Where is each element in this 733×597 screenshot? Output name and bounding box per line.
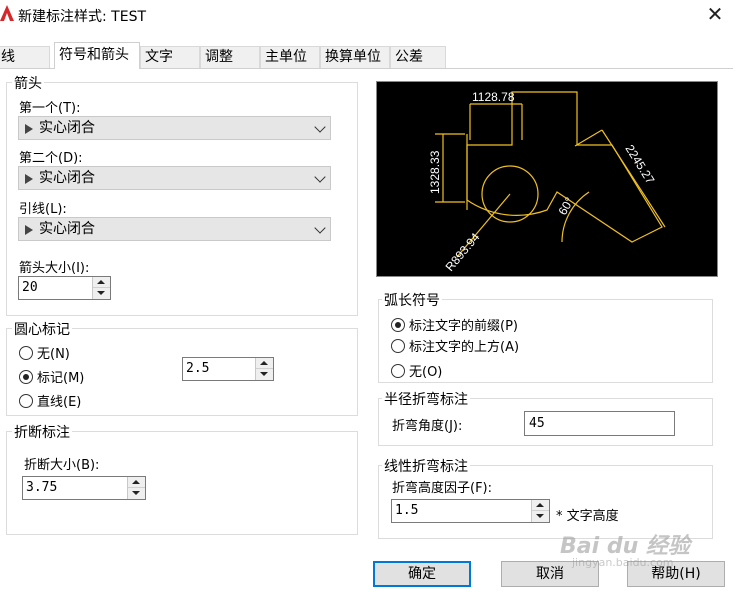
- spin-down-button[interactable]: [532, 511, 549, 522]
- arrow-up-icon: [97, 280, 105, 284]
- radius-jog-group-title: 半径折弯标注: [382, 389, 470, 409]
- tab-text[interactable]: 文字: [140, 46, 200, 68]
- radio-circle-selected: [19, 370, 33, 384]
- break-size-value: 3.75: [26, 480, 58, 495]
- tab-fit[interactable]: 调整: [200, 46, 260, 68]
- arrowheads-group-title: 箭头: [12, 73, 44, 93]
- preview-drawing: 1128.78 1328.33 2245.27 60° R893.94: [428, 90, 666, 274]
- arrow-down-icon: [97, 291, 105, 295]
- leader-arrow-dropdown[interactable]: 实心闭合: [18, 217, 331, 241]
- center-mark-mark-radio[interactable]: 标记(M): [19, 367, 84, 386]
- chevron-down-icon: [314, 222, 326, 234]
- radio-circle-selected: [391, 318, 405, 332]
- arc-none-radio[interactable]: 无(O): [391, 361, 442, 380]
- jog-angle-label: 折弯角度(J):: [392, 419, 463, 434]
- spin-down-button[interactable]: [256, 369, 273, 380]
- center-mark-line-label: 直线(E): [37, 395, 82, 410]
- second-arrow-label: 第二个(D):: [19, 151, 83, 166]
- arrow-down-icon: [260, 372, 268, 376]
- preview-angle: 60°: [555, 195, 576, 218]
- break-size-spinner[interactable]: 3.75: [22, 476, 146, 500]
- arc-above-radio[interactable]: 标注文字的上方(A): [391, 336, 519, 355]
- radio-circle: [19, 346, 33, 360]
- dimension-break-group-title: 折断标注: [12, 422, 72, 442]
- arrow-up-icon: [132, 480, 140, 484]
- autocad-logo-icon: [0, 5, 14, 21]
- linear-jog-group-title: 线性折弯标注: [382, 456, 470, 476]
- baidu-watermark-url: jingyan.baidu.com: [572, 556, 674, 569]
- ok-button[interactable]: 确定: [373, 561, 471, 587]
- tab-primary-units[interactable]: 主单位: [260, 46, 320, 68]
- text-height-suffix: * 文字高度: [556, 509, 619, 524]
- chevron-down-icon: [314, 171, 326, 183]
- center-mark-size-spinner[interactable]: 2.5: [182, 357, 274, 381]
- preview-dim-top: 1128.78: [472, 90, 515, 104]
- close-icon[interactable]: ✕: [704, 3, 726, 25]
- spin-up-button[interactable]: [532, 500, 549, 511]
- center-mark-line-radio[interactable]: 直线(E): [19, 391, 81, 410]
- tab-lines[interactable]: 线: [0, 46, 50, 68]
- center-mark-mark-label: 标记(M): [37, 371, 85, 386]
- first-arrow-label: 第一个(T):: [19, 101, 81, 116]
- spinner-buttons: [92, 277, 110, 299]
- arc-none-label: 无(O): [409, 365, 443, 380]
- arrow-size-label: 箭头大小(I):: [19, 261, 90, 276]
- second-arrow-dropdown[interactable]: 实心闭合: [18, 166, 331, 190]
- jog-height-factor-value: 1.5: [395, 503, 419, 518]
- arrow-size-value: 20: [22, 280, 38, 295]
- closed-filled-arrow-icon: [25, 124, 33, 134]
- first-arrow-dropdown[interactable]: 实心闭合: [18, 116, 331, 140]
- center-mark-size-value: 2.5: [186, 361, 210, 376]
- arc-prefix-radio[interactable]: 标注文字的前缀(P): [391, 315, 518, 334]
- radio-circle: [19, 394, 33, 408]
- arc-prefix-label: 标注文字的前缀(P): [409, 319, 518, 334]
- leader-arrow-label: 引线(L):: [19, 202, 67, 217]
- dimension-preview: 1128.78 1328.33 2245.27 60° R893.94: [376, 81, 718, 277]
- second-arrow-value: 实心闭合: [39, 170, 95, 186]
- preview-radius: R893.94: [443, 230, 483, 274]
- spin-down-button[interactable]: [128, 488, 145, 499]
- arc-above-label: 标注文字的上方(A): [409, 340, 520, 355]
- arrow-up-icon: [260, 361, 268, 365]
- preview-shape: [466, 91, 663, 243]
- center-mark-none-radio[interactable]: 无(N): [19, 343, 70, 362]
- break-size-label: 折断大小(B):: [24, 458, 100, 473]
- closed-filled-arrow-icon: [25, 225, 33, 235]
- spin-up-button[interactable]: [128, 477, 145, 488]
- radio-circle: [391, 364, 405, 378]
- preview-extline: [574, 129, 603, 147]
- spin-up-button[interactable]: [93, 277, 110, 288]
- spinner-buttons: [531, 500, 549, 522]
- chevron-down-icon: [314, 121, 326, 133]
- spinner-buttons: [127, 477, 145, 499]
- jog-height-factor-spinner[interactable]: 1.5: [391, 499, 550, 523]
- arc-length-group-title: 弧长符号: [382, 290, 442, 310]
- tab-tolerances[interactable]: 公差: [390, 46, 446, 68]
- radio-circle: [391, 339, 405, 353]
- tab-alternate-units[interactable]: 换算单位: [320, 46, 390, 68]
- window-title: 新建标注样式: TEST: [18, 9, 147, 25]
- spinner-buttons: [255, 358, 273, 380]
- center-mark-none-label: 无(N): [37, 347, 70, 362]
- spin-down-button[interactable]: [93, 288, 110, 299]
- arrow-up-icon: [536, 503, 544, 507]
- jog-angle-input[interactable]: 45: [524, 411, 675, 436]
- center-marks-group-title: 圆心标记: [12, 319, 72, 339]
- arrow-down-icon: [536, 514, 544, 518]
- title-bar: 新建标注样式: TEST ✕: [0, 0, 733, 30]
- arrow-size-spinner[interactable]: 20: [18, 276, 111, 300]
- preview-dim-left: 1328.33: [428, 150, 442, 194]
- preview-dim-diag: 2245.27: [622, 142, 657, 186]
- tab-symbols-arrows[interactable]: 符号和箭头: [54, 42, 140, 69]
- closed-filled-arrow-icon: [25, 174, 33, 184]
- spin-up-button[interactable]: [256, 358, 273, 369]
- jog-height-factor-label: 折弯高度因子(F):: [392, 481, 493, 496]
- first-arrow-value: 实心闭合: [39, 120, 95, 136]
- leader-arrow-value: 实心闭合: [39, 221, 95, 237]
- arrow-down-icon: [132, 491, 140, 495]
